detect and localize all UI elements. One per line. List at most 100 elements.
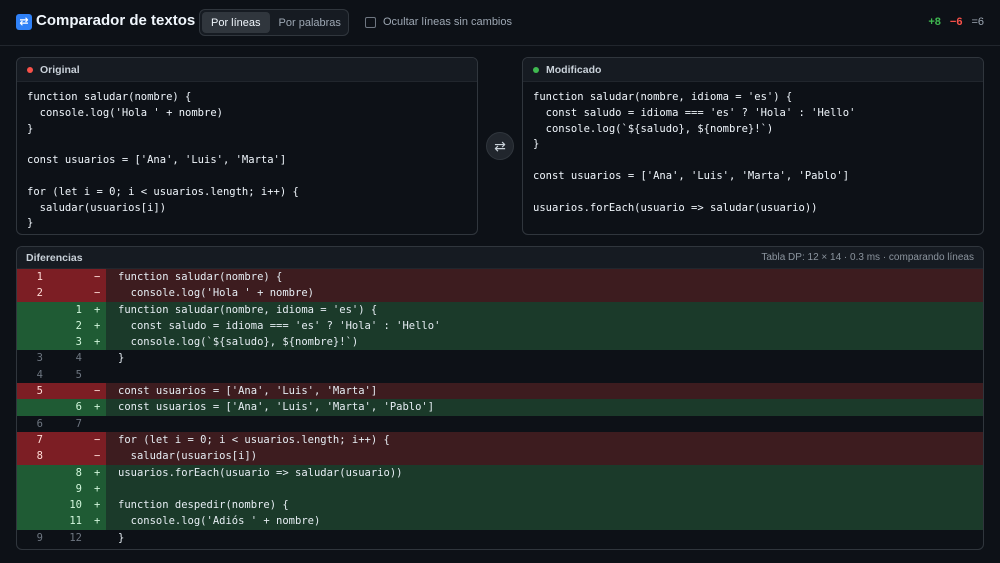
diff-row-add: 1 + function saludar(nombre, idioma = 'es'…	[17, 301, 983, 318]
code-line: }	[27, 217, 34, 230]
diff-line-content	[106, 481, 983, 497]
diff-line-content	[106, 416, 983, 432]
diff-row-del: 5 − const usuarios = ['Ana', 'Luis', 'Mart…	[17, 383, 983, 400]
new-line-number: 11	[55, 513, 94, 530]
diff-line-content: function despedir(nombre) {	[118, 499, 289, 512]
code-line: }	[27, 122, 34, 135]
old-line-number	[17, 513, 55, 530]
diff-line-content: function saludar(nombre, idioma = 'es') …	[118, 303, 378, 316]
removed-dot-icon	[27, 66, 33, 73]
code-line: function saludar(nombre, idioma = 'es') …	[533, 91, 793, 103]
diff-sign	[94, 530, 106, 546]
diff-row-add: 11 + console.log('Adiós ' + nombre)	[17, 513, 983, 530]
diff-sign: −	[94, 431, 106, 449]
hide-unchanged-toggle[interactable]: Ocultar líneas sin cambios	[365, 16, 512, 28]
diff-line-content: for (let i = 0; i < usuarios.length; i++…	[118, 433, 390, 446]
swap-icon: ⇄	[494, 137, 506, 154]
original-panel-header: Original	[17, 58, 477, 82]
diff-row-eq: 67	[17, 416, 983, 432]
diff-row-add: 6 + const usuarios = ['Ana', 'Luis', 'Mart…	[17, 399, 983, 416]
code-line: }	[533, 138, 540, 151]
diff-row-del: 7 − for (let i = 0; i < usuarios.length; i…	[17, 431, 983, 449]
compare-icon: ⇄	[16, 14, 32, 30]
original-panel: Original function saludar(nombre) { cons…	[16, 57, 478, 235]
diff-row-add: 8 + usuarios.forEach(usuario => saludar(us…	[17, 464, 983, 481]
diff-line-content	[106, 367, 983, 383]
old-line-number: 3	[36, 352, 43, 365]
old-line-number: 9	[36, 531, 43, 544]
hide-unchanged-checkbox[interactable]	[365, 16, 376, 28]
diff-title: Diferencias	[26, 251, 83, 264]
old-line-number	[17, 334, 55, 351]
code-line: console.log(`${saludo}, ${nombre}!`)	[533, 122, 774, 135]
diff-sign	[94, 416, 106, 432]
diff-row-add: 3 + console.log(`${saludo}, ${nombre}!`)	[17, 334, 983, 351]
diff-rows: 1− function saludar(nombre) {2− console.l…	[17, 269, 983, 546]
diff-header: Diferencias Tabla DP: 12 × 14 · 0.3 ms ·…	[17, 247, 983, 269]
diff-row-eq: 3 4}	[17, 350, 983, 366]
hide-unchanged-label: Ocultar líneas sin cambios	[383, 16, 512, 28]
new-line-number	[55, 269, 94, 286]
app-title: Comparador de textos	[36, 12, 196, 29]
diff-row-eq: 45	[17, 367, 983, 383]
new-line-number: 7	[75, 417, 82, 430]
mode-words-button[interactable]: Por palabras	[270, 12, 350, 33]
app-header: ⇄ Comparador de textos Por líneas Por pa…	[0, 0, 1000, 46]
new-line-number: 2	[55, 317, 94, 335]
code-line: const usuarios = ['Ana', 'Luis', 'Marta'…	[533, 169, 850, 182]
diff-row-add: 2 + const saludo = idioma === 'es' ? 'Hol…	[17, 317, 983, 335]
diff-row-del: 1 − function saludar(nombre) {	[17, 269, 983, 286]
new-line-number: 5	[75, 368, 82, 381]
diff-row-eq: 9 12}	[17, 530, 983, 546]
new-line-number: 8	[55, 464, 94, 481]
diff-sign: +	[94, 513, 106, 530]
added-dot-icon	[533, 66, 539, 73]
diff-sign: −	[94, 448, 106, 465]
new-line-number: 9	[55, 480, 94, 498]
removed-count: −6	[949, 16, 963, 28]
diff-line-content: console.log(`${saludo}, ${nombre}!`)	[118, 336, 359, 349]
diff-line-content: console.log('Hola ' + nombre)	[118, 287, 314, 300]
diff-line-content: }	[118, 531, 125, 544]
swap-button[interactable]: ⇄	[486, 132, 514, 160]
code-line: usuarios.forEach(usuario => saludar(usua…	[533, 201, 818, 214]
code-line: const saludo = idioma === 'es' ? 'Hola' …	[533, 106, 856, 119]
original-editor[interactable]: function saludar(nombre) { console.log('…	[17, 83, 477, 234]
diff-sign: +	[94, 464, 106, 481]
diff-sign: +	[94, 497, 106, 514]
new-line-number: 12	[69, 531, 82, 544]
old-line-number	[17, 497, 55, 514]
code-line: console.log('Hola ' + nombre)	[27, 106, 223, 119]
diff-panel: Diferencias Tabla DP: 12 × 14 · 0.3 ms ·…	[16, 246, 984, 550]
old-line-number	[17, 301, 55, 318]
diff-row-add: 10 + function despedir(nombre) {	[17, 497, 983, 514]
diff-line-content: const saludo = idioma === 'es' ? 'Hola' …	[118, 319, 441, 332]
mode-segmented-control: Por líneas Por palabras	[199, 9, 349, 36]
diff-line-content: usuarios.forEach(usuario => saludar(usua…	[118, 466, 403, 479]
diff-sign: +	[94, 480, 106, 498]
diff-row-del: 2 − console.log('Hola ' + nombre)	[17, 285, 983, 302]
code-line: function saludar(nombre) {	[27, 91, 192, 103]
old-line-number: 2	[17, 285, 55, 302]
old-line-number: 1	[17, 269, 55, 286]
added-count: +8	[928, 16, 941, 28]
new-line-number: 4	[75, 352, 82, 365]
diff-line-content: saludar(usuarios[i])	[118, 450, 258, 463]
old-line-number: 4	[36, 368, 43, 381]
code-line: saludar(usuarios[i])	[27, 201, 167, 214]
diff-sign: +	[94, 334, 106, 351]
old-line-number	[17, 317, 55, 335]
modified-panel: Modificado function saludar(nombre, idio…	[522, 57, 984, 235]
mode-lines-button[interactable]: Por líneas	[202, 12, 270, 33]
diff-line-content: const usuarios = ['Ana', 'Luis', 'Marta'…	[118, 385, 378, 398]
new-line-number: 1	[55, 301, 94, 318]
modified-editor[interactable]: function saludar(nombre, idioma = 'es') …	[523, 83, 983, 234]
new-line-number	[55, 285, 94, 302]
diff-sign: −	[94, 269, 106, 286]
equal-count: =6	[971, 16, 984, 28]
diff-sign: −	[94, 285, 106, 302]
